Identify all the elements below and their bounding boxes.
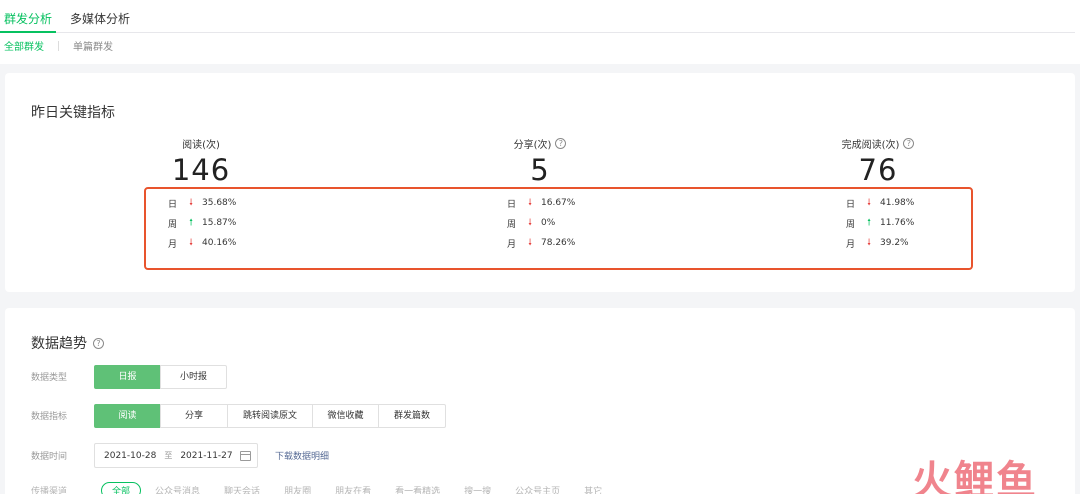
data-type-toggle: 日报 小时报	[94, 365, 227, 389]
tab-multimedia-analysis[interactable]: 多媒体分析	[66, 6, 134, 33]
subtab-divider	[58, 40, 59, 51]
help-icon[interactable]: ?	[93, 337, 104, 349]
key-metrics-title: 昨日关键指标	[31, 105, 115, 121]
trend-title-wrap: 数据趋势 ?	[31, 333, 104, 353]
metric-reads-button[interactable]: 阅读	[94, 404, 161, 428]
hourly-report-button[interactable]: 小时报	[160, 365, 227, 389]
help-icon[interactable]: ?	[555, 138, 567, 149]
source-option[interactable]: 其它	[584, 484, 602, 494]
data-metric-label: 数据指标	[31, 412, 68, 422]
calendar-icon	[240, 451, 251, 461]
source-option[interactable]: 公众号主页	[515, 484, 560, 494]
data-time-label: 数据时间	[31, 452, 68, 462]
kpi-value: 76	[858, 153, 898, 187]
metric-original-link-button[interactable]: 跳转阅读原文	[227, 404, 313, 428]
kpi-shares: 分享(次)? 5	[440, 136, 640, 186]
source-option[interactable]: 聊天会话	[224, 484, 260, 494]
metric-mass-count-button[interactable]: 群发篇数	[378, 404, 446, 428]
source-all-chip[interactable]: 全部	[101, 482, 142, 494]
tab-mass-analysis[interactable]: 群发分析	[0, 6, 57, 33]
source-option[interactable]: 公众号消息	[155, 484, 200, 494]
source-option[interactable]: 看一看精选	[395, 484, 440, 494]
metric-shares-button[interactable]: 分享	[160, 404, 228, 428]
data-type-label: 数据类型	[31, 373, 68, 383]
kpi-value: 5	[530, 153, 550, 187]
download-details-link[interactable]: 下载数据明细	[275, 449, 329, 462]
kpi-reads: 阅读(次) 146	[101, 136, 301, 186]
date-separator: 至	[164, 451, 173, 460]
kpi-value: 146	[171, 153, 231, 187]
subtab-single-mass[interactable]: 单篇群发	[73, 38, 113, 53]
kpi-label-text: 完成阅读(次)	[841, 140, 900, 151]
top-navigation: 群发分析 多媒体分析 全部群发 单篇群发	[0, 0, 1080, 64]
source-option[interactable]: 搜一搜	[464, 484, 491, 494]
metric-favorites-button[interactable]: 微信收藏	[312, 404, 379, 428]
subtab-all-mass[interactable]: 全部群发	[4, 38, 44, 53]
kpi-completed-reads: 完成阅读(次)? 76	[778, 136, 978, 186]
daily-report-button[interactable]: 日报	[94, 365, 161, 389]
help-icon[interactable]: ?	[903, 138, 915, 149]
source-filter-row: 传播渠道 全部 公众号消息 聊天会话 朋友圈 朋友在看 看一看精选 搜一搜 公众…	[31, 482, 626, 494]
watermark-logo: 火鲤鱼	[912, 458, 1038, 494]
trend-title: 数据趋势	[31, 336, 87, 352]
kpi-label: 完成阅读(次)?	[778, 136, 978, 151]
date-start: 2021-10-28	[104, 450, 157, 461]
main-tabs: 群发分析 多媒体分析	[0, 6, 1075, 33]
kpi-label: 阅读(次)	[101, 136, 301, 151]
date-range-picker[interactable]: 2021-10-28 至 2021-11-27	[94, 443, 258, 468]
source-option[interactable]: 朋友圈	[284, 484, 311, 494]
sub-tabs: 全部群发 单篇群发	[4, 38, 113, 53]
kpi-label-text: 阅读(次)	[182, 140, 220, 151]
kpi-label-text: 分享(次)	[513, 140, 552, 151]
kpi-label: 分享(次)?	[440, 136, 640, 151]
data-metric-toggle: 阅读 分享 跳转阅读原文 微信收藏 群发篇数	[94, 404, 446, 428]
date-end: 2021-11-27	[180, 450, 233, 461]
annotation-highlight-box	[144, 187, 973, 270]
source-label: 传播渠道	[31, 487, 68, 494]
source-option[interactable]: 朋友在看	[335, 484, 371, 494]
